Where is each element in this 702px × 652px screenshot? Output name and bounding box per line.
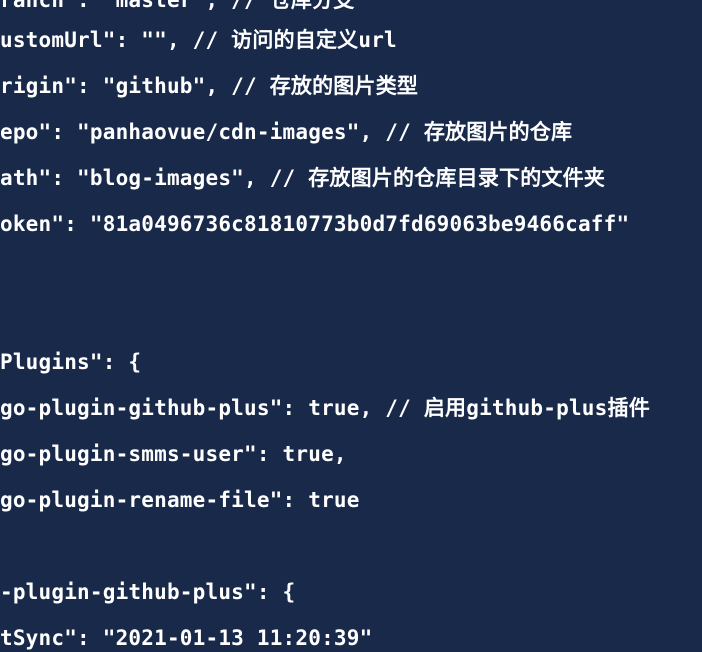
code-line-github-plus-section: -plugin-github-plus": {: [0, 580, 296, 604]
code-editor: ranch": "master", // 仓库分支 ustomUrl": "",…: [0, 0, 702, 652]
code-line-token: oken": "81a0496736c81810773b0d7fd69063be…: [0, 212, 630, 236]
code-line-plugin-github-plus: go-plugin-github-plus": true, // 启用githu…: [0, 396, 650, 420]
code-line-repo: epo": "panhaovue/cdn-images", // 存放图片的仓库: [0, 120, 573, 144]
code-line-plugins: Plugins": {: [0, 350, 142, 374]
code-line-path: ath": "blog-images", // 存放图片的仓库目录下的文件夹: [0, 166, 606, 190]
code-line-custom-url: ustomUrl": "", // 访问的自定义url: [0, 28, 397, 52]
code-line-last-sync: tSync": "2021-01-13 11:20:39": [0, 626, 373, 650]
code-line-origin: rigin": "github", // 存放的图片类型: [0, 74, 419, 98]
code-line-plugin-rename-file: go-plugin-rename-file": true: [0, 488, 360, 512]
code-line-plugin-smms-user: go-plugin-smms-user": true,: [0, 442, 347, 466]
